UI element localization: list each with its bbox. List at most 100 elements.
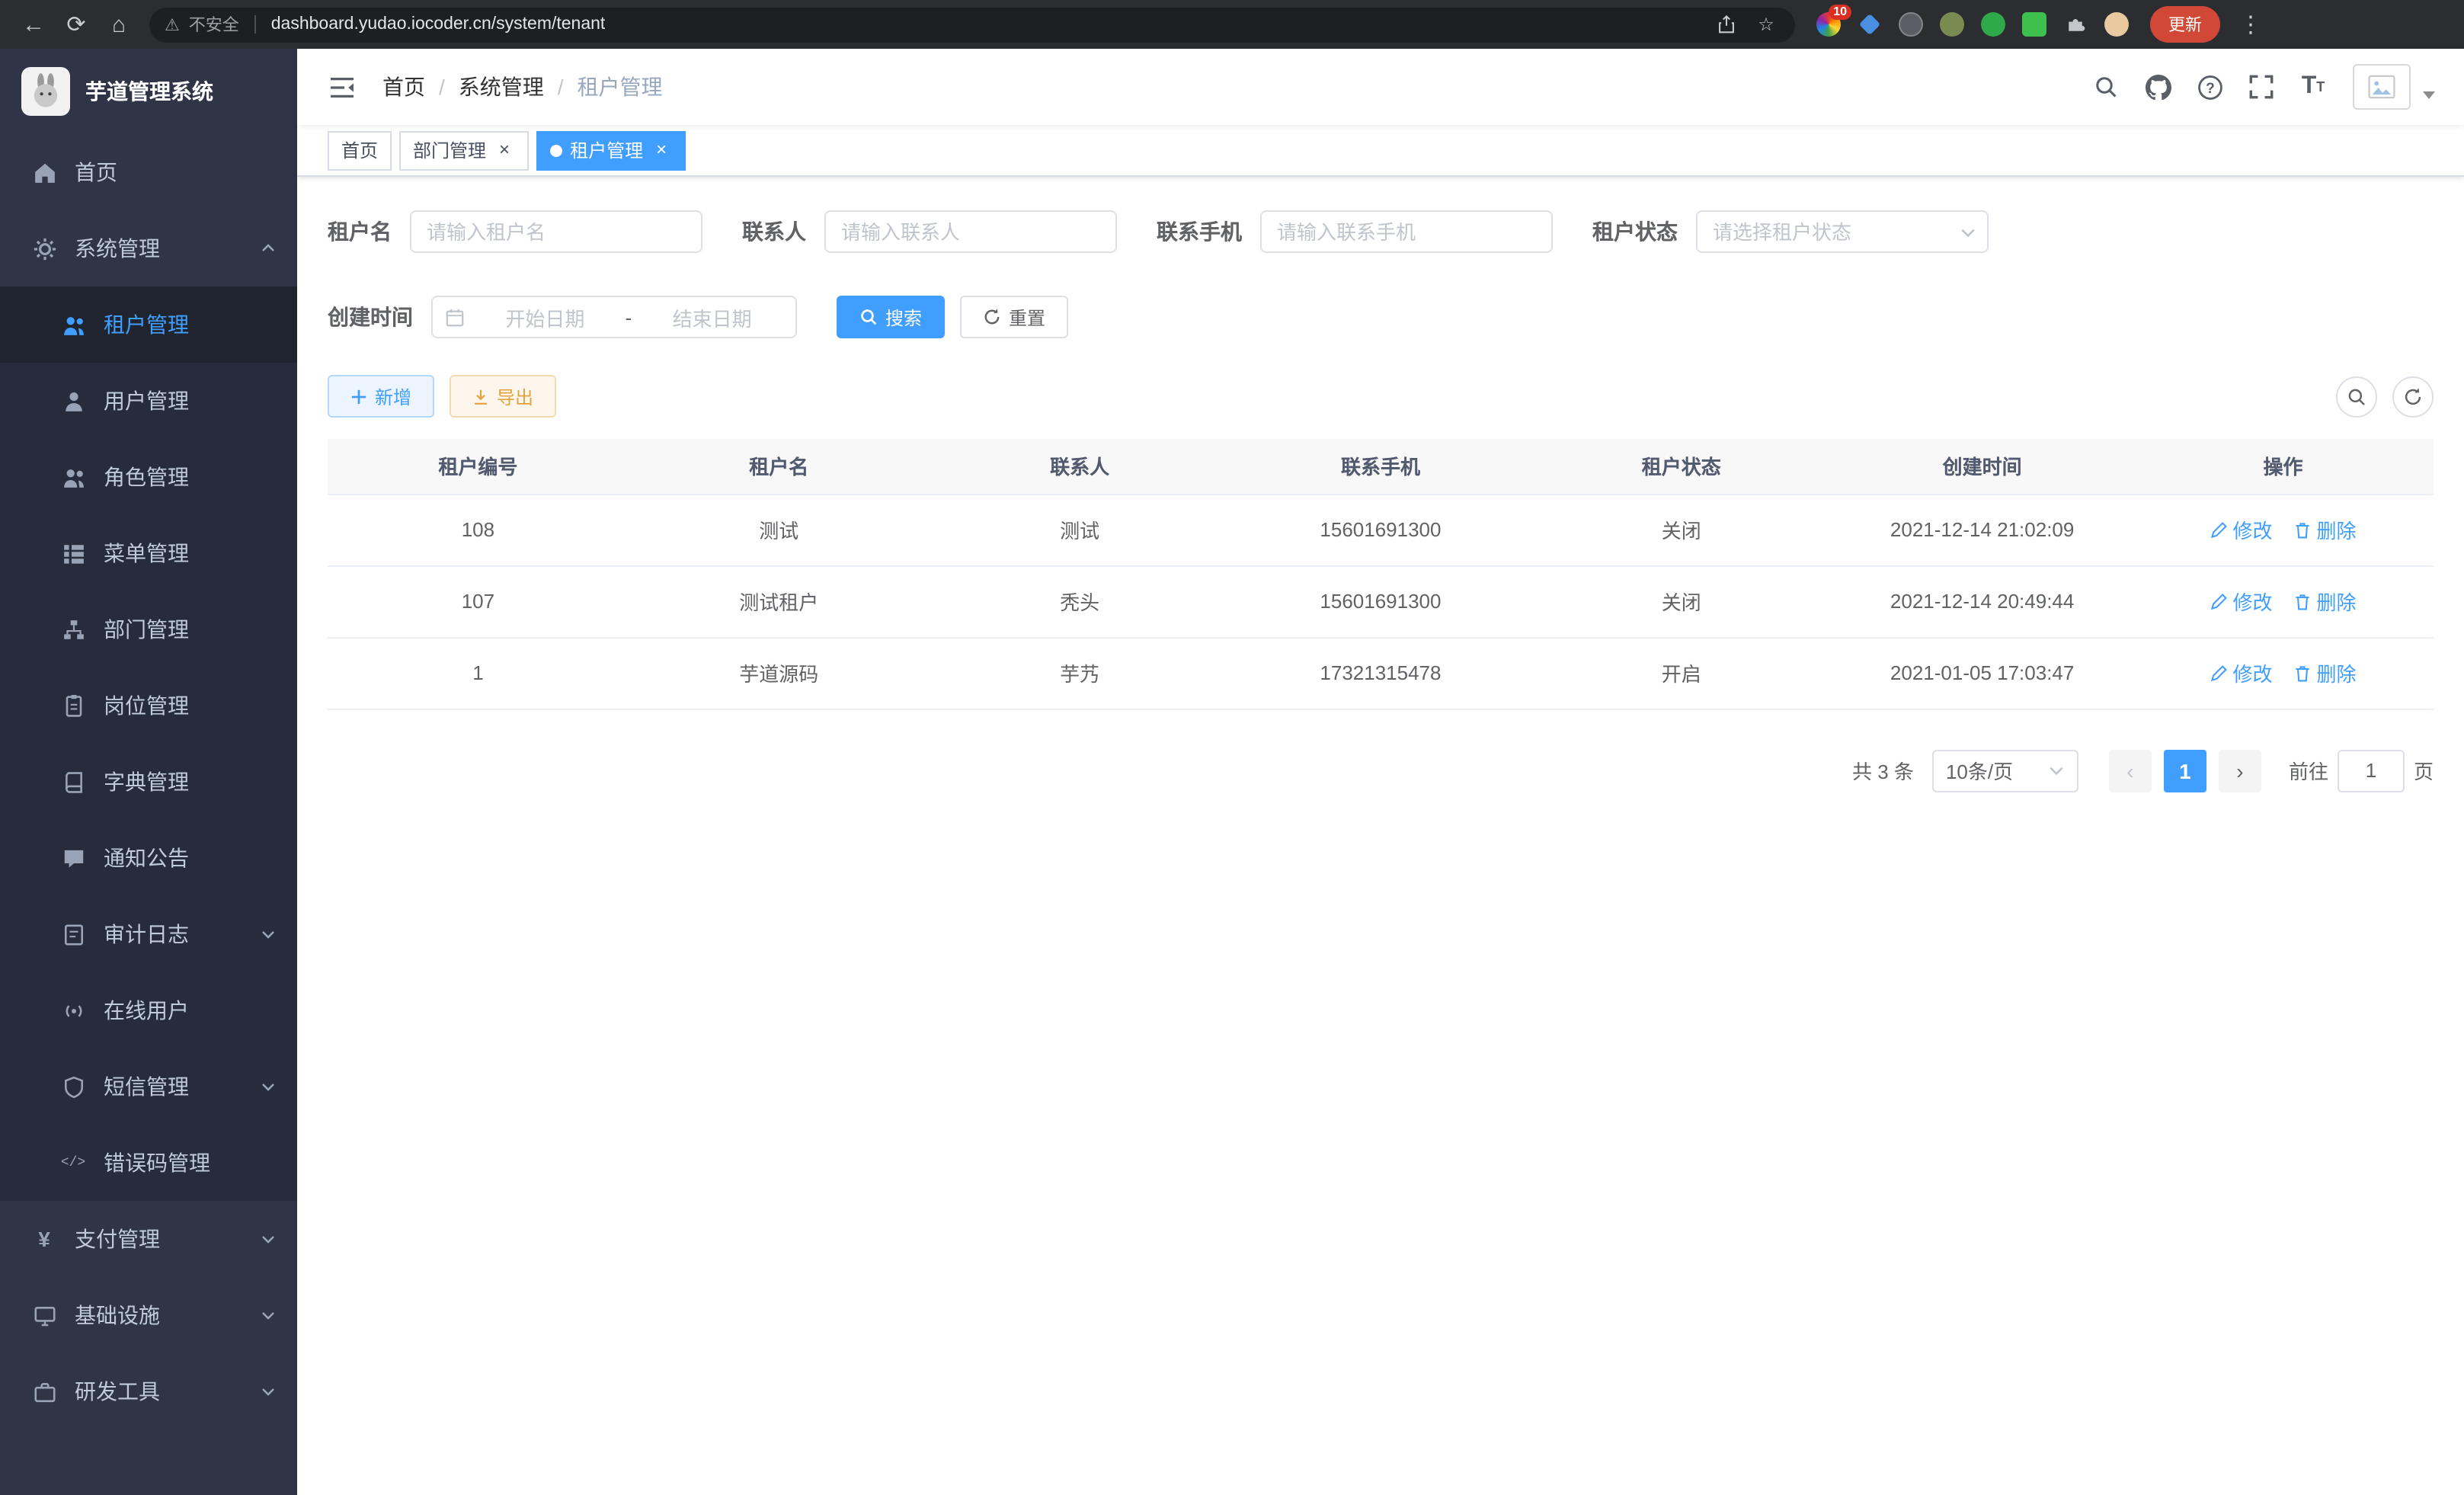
- contact-input[interactable]: [824, 210, 1117, 253]
- font-size-icon[interactable]: TT: [2292, 66, 2334, 108]
- menu-kebab-icon[interactable]: ⋮: [2232, 6, 2269, 43]
- toggle-search-button[interactable]: [2336, 376, 2377, 417]
- active-tab-dot: [550, 144, 562, 156]
- user-group-icon: [61, 466, 85, 488]
- export-button[interactable]: 导出: [450, 375, 556, 418]
- extension-icon-colorful[interactable]: 10: [1816, 12, 1841, 37]
- sidebar-item-label: 错误码管理: [104, 1148, 210, 1178]
- sidebar-item-home[interactable]: 首页: [0, 134, 297, 210]
- edit-link[interactable]: 修改: [2210, 515, 2273, 544]
- export-button-label: 导出: [497, 383, 533, 409]
- sidebar-group-label: 支付管理: [75, 1224, 160, 1254]
- phone-label: 联系手机: [1157, 216, 1242, 247]
- extensions-menu-icon[interactable]: [2063, 12, 2088, 37]
- delete-link[interactable]: 删除: [2294, 658, 2357, 687]
- sidebar-group-infra[interactable]: 基础设施: [0, 1277, 297, 1353]
- sidebar-item-menu[interactable]: 菜单管理: [0, 515, 297, 591]
- page-content: 租户名 联系人 联系手机 租户状态: [297, 177, 2464, 1495]
- search-button[interactable]: 搜索: [837, 296, 945, 338]
- goto-page-input[interactable]: [2338, 749, 2405, 792]
- refresh-table-button[interactable]: [2392, 376, 2434, 417]
- github-icon[interactable]: [2136, 66, 2179, 108]
- breadcrumb-item[interactable]: 系统管理: [459, 72, 544, 102]
- tenant-name-input[interactable]: [410, 210, 702, 253]
- browser-toolbar: ← ⟳ ⌂ ⚠ 不安全 dashboard.yudao.iocoder.cn/s…: [0, 0, 2464, 49]
- sidebar-group-label: 系统管理: [75, 233, 160, 264]
- create-time-range-picker[interactable]: 开始日期 - 结束日期: [431, 296, 797, 338]
- profile-avatar-icon[interactable]: [2104, 12, 2129, 37]
- sidebar-item-sms[interactable]: 短信管理: [0, 1048, 297, 1125]
- delete-link[interactable]: 删除: [2294, 515, 2357, 544]
- book-icon: [61, 770, 85, 793]
- share-icon[interactable]: [1713, 11, 1740, 38]
- fullscreen-icon[interactable]: [2240, 66, 2283, 108]
- status-select-input[interactable]: [1696, 210, 1989, 253]
- reset-button[interactable]: 重置: [960, 296, 1068, 338]
- update-button[interactable]: 更新: [2150, 6, 2220, 43]
- avatar[interactable]: [2353, 64, 2411, 110]
- reload-icon[interactable]: ⟳: [58, 6, 94, 43]
- prev-page-button[interactable]: ‹: [2109, 749, 2152, 792]
- delete-link[interactable]: 删除: [2294, 587, 2357, 616]
- edit-link[interactable]: 修改: [2210, 587, 2273, 616]
- sidebar-item-error-code[interactable]: </> 错误码管理: [0, 1125, 297, 1201]
- url-bar[interactable]: ⚠ 不安全 dashboard.yudao.iocoder.cn/system/…: [149, 7, 1795, 42]
- chevron-down-icon[interactable]: [2423, 91, 2435, 98]
- column-header: 联系人: [930, 439, 1230, 494]
- add-button-label: 新增: [375, 383, 411, 409]
- close-icon[interactable]: ×: [494, 139, 515, 161]
- sidebar-item-post[interactable]: 岗位管理: [0, 667, 297, 744]
- sidebar-group-system[interactable]: 系统管理: [0, 210, 297, 287]
- status-select[interactable]: [1696, 210, 1989, 253]
- tab-tenant[interactable]: 租户管理 ×: [536, 130, 686, 170]
- extension-icon-green-square[interactable]: [2022, 12, 2046, 37]
- help-icon[interactable]: ?: [2188, 66, 2231, 108]
- extension-icon-olive[interactable]: [1940, 12, 1964, 37]
- tab-dept[interactable]: 部门管理 ×: [399, 130, 529, 170]
- add-button[interactable]: 新增: [328, 375, 434, 418]
- sidebar-collapse-icon[interactable]: [320, 75, 364, 98]
- sidebar-group-devtools[interactable]: 研发工具: [0, 1353, 297, 1429]
- sidebar-item-label: 字典管理: [104, 767, 189, 797]
- edit-link[interactable]: 修改: [2210, 658, 2273, 687]
- sidebar-item-label: 岗位管理: [104, 690, 189, 721]
- cell-phone: 17321315478: [1230, 637, 1531, 709]
- close-icon[interactable]: ×: [651, 139, 672, 161]
- sidebar-item-dept[interactable]: 部门管理: [0, 591, 297, 667]
- phone-input[interactable]: [1260, 210, 1553, 253]
- app-logo[interactable]: 芋道管理系统: [0, 49, 297, 134]
- cell-tenant-name: 芋道源码: [629, 637, 930, 709]
- extension-icon-diamond[interactable]: [1858, 12, 1882, 37]
- home-icon[interactable]: ⌂: [101, 6, 137, 43]
- sidebar-group-payment[interactable]: ¥ 支付管理: [0, 1201, 297, 1277]
- sidebar-item-user[interactable]: 用户管理: [0, 363, 297, 439]
- security-label: 不安全: [189, 12, 239, 37]
- chevron-down-icon: [261, 1384, 276, 1399]
- next-page-button[interactable]: ›: [2219, 749, 2261, 792]
- browser-nav-buttons: ← ⟳ ⌂: [15, 6, 137, 43]
- goto-label: 前往: [2289, 756, 2328, 785]
- sidebar-item-role[interactable]: 角色管理: [0, 439, 297, 515]
- sidebar-item-label: 首页: [75, 157, 117, 187]
- sidebar-item-tenant[interactable]: 租户管理: [0, 287, 297, 363]
- back-icon[interactable]: ←: [15, 6, 52, 43]
- bookmark-star-icon[interactable]: ☆: [1752, 11, 1780, 38]
- date-separator: -: [626, 306, 632, 328]
- chevron-down-icon: [261, 1231, 276, 1247]
- tab-label: 首页: [341, 137, 378, 163]
- search-button-label: 搜索: [885, 304, 922, 330]
- sidebar-item-audit-log[interactable]: 审计日志: [0, 896, 297, 972]
- sidebar-item-notice[interactable]: 通知公告: [0, 820, 297, 896]
- sidebar-item-online-users[interactable]: 在线用户: [0, 972, 297, 1048]
- cell-phone: 15601691300: [1230, 494, 1531, 565]
- sidebar-item-dict[interactable]: 字典管理: [0, 744, 297, 820]
- column-header: 租户名: [629, 439, 930, 494]
- tab-home[interactable]: 首页: [328, 130, 392, 170]
- page-size-select[interactable]: 10条/页: [1932, 749, 2078, 792]
- search-icon[interactable]: [2085, 66, 2127, 108]
- breadcrumb-item[interactable]: 首页: [382, 72, 425, 102]
- extension-icon-sphere[interactable]: [1899, 12, 1923, 37]
- extension-icon-green-circle[interactable]: [1981, 12, 2005, 37]
- page-number-button[interactable]: 1: [2164, 749, 2206, 792]
- cell-actions: 修改 删除: [2133, 637, 2434, 709]
